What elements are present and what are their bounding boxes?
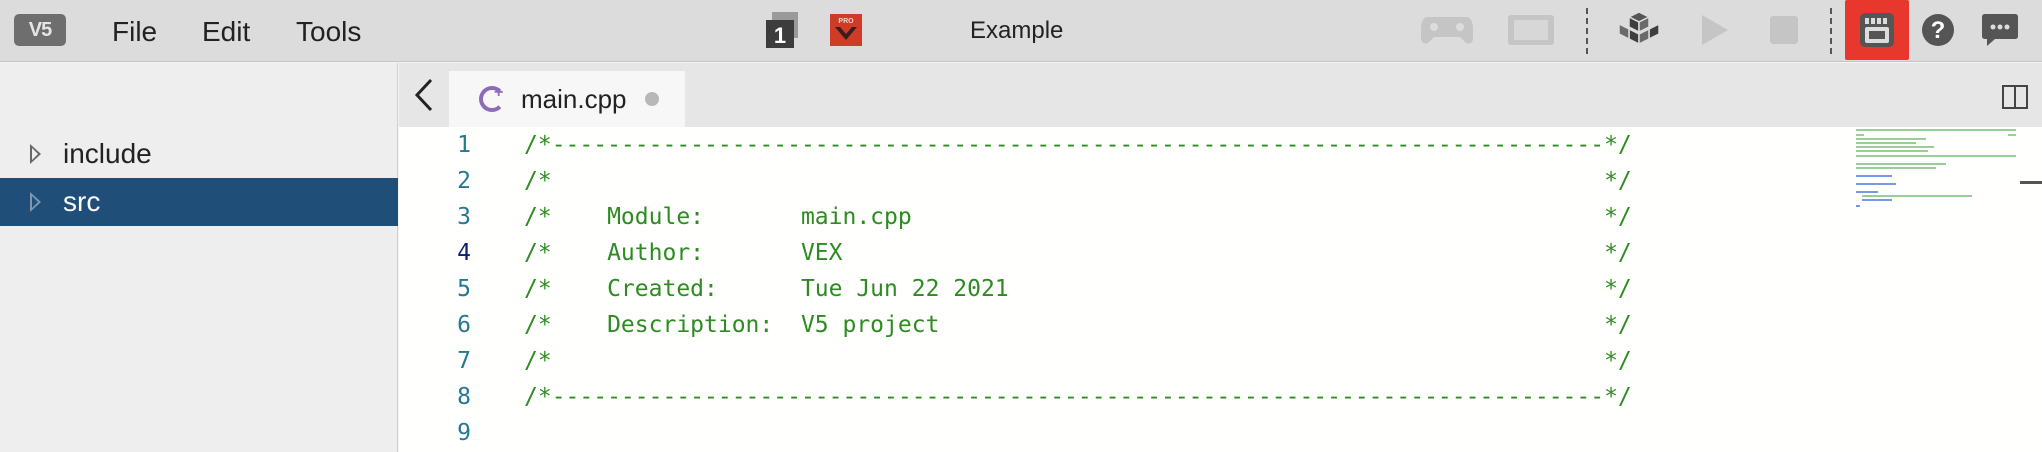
tab-label: main.cpp: [521, 83, 627, 114]
toolbar-separator: [1830, 8, 1832, 54]
code-text: /* Description: V5 project */: [524, 312, 1632, 338]
tree-item-include[interactable]: include: [0, 130, 398, 178]
brain-screen-icon[interactable]: [1504, 8, 1558, 52]
cpp-file-icon: [479, 84, 505, 112]
code-line: 2 /* */: [399, 163, 1632, 199]
code-text: /* Author: VEX */: [524, 240, 1632, 266]
editor-tab-bar: main.cpp: [399, 63, 2042, 127]
code-text: /*--------------------------------------…: [524, 132, 1632, 158]
device-info-icon[interactable]: [1853, 8, 1901, 52]
controller-icon[interactable]: [1418, 8, 1476, 52]
scrollbar-marker[interactable]: [2020, 181, 2042, 184]
file-explorer: include src: [0, 63, 398, 452]
collapse-sidebar-icon[interactable]: [409, 77, 439, 113]
code-line: 1 /*------------------------------------…: [399, 127, 1632, 163]
stop-icon[interactable]: [1762, 8, 1806, 52]
tree-item-src[interactable]: src: [0, 178, 398, 226]
svg-text:PRO: PRO: [838, 18, 854, 25]
slot-selector-button[interactable]: 1: [760, 8, 804, 52]
line-number: 1: [457, 132, 471, 158]
menu-edit[interactable]: Edit: [202, 16, 250, 48]
code-line: 9: [399, 415, 471, 451]
code-editor[interactable]: 1 /*------------------------------------…: [399, 127, 2042, 452]
code-line: 6 /* Description: V5 project */: [399, 307, 1632, 343]
line-number: 4: [457, 240, 471, 266]
tree-item-label: include: [63, 138, 152, 169]
line-number: 3: [457, 204, 471, 230]
build-icon[interactable]: [1614, 8, 1664, 52]
pro-program-icon[interactable]: PRO: [826, 8, 866, 52]
minimap[interactable]: [1854, 127, 2016, 217]
line-number: 2: [457, 168, 471, 194]
svg-text:?: ?: [1931, 17, 1946, 44]
line-number: 8: [457, 384, 471, 410]
vex-logo[interactable]: V5: [14, 14, 66, 46]
run-icon[interactable]: [1690, 8, 1738, 52]
code-line: 8 /*------------------------------------…: [399, 379, 1632, 415]
tab-main-cpp[interactable]: main.cpp: [449, 71, 685, 127]
expand-arrow-icon[interactable]: [30, 192, 41, 212]
tree-item-label: src: [63, 186, 101, 217]
feedback-icon[interactable]: [1978, 8, 2022, 52]
unsaved-indicator[interactable]: [644, 92, 659, 106]
menu-file[interactable]: File: [112, 16, 157, 48]
line-number: 9: [457, 420, 471, 446]
code-text: /* Module: main.cpp */: [524, 204, 1632, 230]
code-text: /* Created: Tue Jun 22 2021 */: [524, 276, 1632, 302]
split-editor-icon[interactable]: [2002, 85, 2028, 109]
code-line: 3 /* Module: main.cpp */: [399, 199, 1632, 235]
svg-text:1: 1: [774, 23, 786, 48]
code-text: /* */: [524, 348, 1632, 374]
line-number: 6: [457, 312, 471, 338]
menu-tools[interactable]: Tools: [296, 16, 361, 48]
project-title: Example: [970, 17, 1064, 44]
toolbar-separator: [1586, 8, 1588, 54]
code-line: 7 /* */: [399, 343, 1632, 379]
help-icon[interactable]: ?: [1916, 8, 1960, 52]
code-line: 4 /* Author: VEX */: [399, 235, 1632, 271]
slot-icon: 1: [766, 12, 798, 48]
code-text: /*--------------------------------------…: [524, 384, 1632, 410]
expand-arrow-icon[interactable]: [30, 144, 41, 164]
line-number: 7: [457, 348, 471, 374]
code-line: 5 /* Created: Tue Jun 22 2021 */: [399, 271, 1632, 307]
top-toolbar: V5 File Edit Tools 1 PRO Example ?: [0, 0, 2042, 62]
line-number: 5: [457, 276, 471, 302]
code-text: /* */: [524, 168, 1632, 194]
